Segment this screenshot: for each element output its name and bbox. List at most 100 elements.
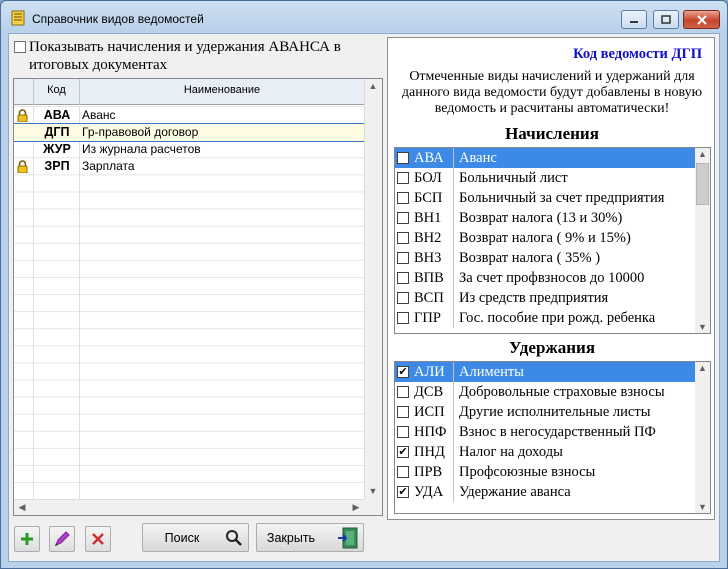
table-row[interactable]: АВА Аванс	[14, 107, 364, 124]
accruals-list[interactable]: ГПР Гос. пособие при рожд. ребенка ВСП Из с…	[394, 147, 711, 334]
item-checkbox[interactable]	[397, 386, 409, 398]
deductions-list[interactable]: ✔ УДА Удержание аванса ПРВ Профсоюзные взнос…	[394, 361, 711, 514]
scroll-down-icon[interactable]: ▼	[695, 502, 710, 512]
item-code: ВН3	[414, 250, 442, 266]
item-name: Из средств предприятия	[459, 290, 609, 306]
column-divider	[453, 422, 454, 442]
exit-door-icon	[338, 527, 358, 549]
item-code: ВН2	[414, 230, 442, 246]
item-code: ДСВ	[414, 384, 444, 400]
pencil-icon	[55, 531, 70, 546]
horizontal-scrollbar[interactable]: ◀ ▶	[14, 499, 366, 515]
accruals-item[interactable]: БОЛ Больничный лист	[395, 168, 695, 188]
window-title: Справочник видов ведомостей	[32, 12, 204, 26]
deductions-heading: Удержания	[508, 338, 596, 357]
table-header: Код Наименование	[14, 79, 364, 105]
deductions-item[interactable]: ИСП Другие исполнительные листы	[395, 402, 695, 422]
item-name: Возврат налога (13 и 30%)	[459, 210, 623, 226]
accruals-item[interactable]: ВН1 Возврат налога (13 и 30%)	[395, 208, 695, 228]
scroll-thumb[interactable]	[696, 163, 709, 205]
accruals-item[interactable]: АВА Аванс	[395, 148, 695, 168]
item-checkbox[interactable]: ✔	[397, 366, 409, 378]
accruals-item[interactable]: ГПР Гос. пособие при рожд. ребенка	[395, 308, 695, 328]
accruals-item[interactable]: ВПВ За счет профвзносов до 10000	[395, 268, 695, 288]
deductions-item[interactable]: ✔ ПНД Налог на доходы	[395, 442, 695, 462]
deductions-scrollbar[interactable]: ▲ ▼	[695, 362, 710, 513]
accruals-item[interactable]: ВН2 Возврат налога ( 9% и 15%)	[395, 228, 695, 248]
deductions-item[interactable]: ДСВ Добровольные страховые взносы	[395, 382, 695, 402]
item-checkbox[interactable]	[397, 466, 409, 478]
scroll-left-icon[interactable]: ◀	[14, 502, 30, 513]
scroll-down-icon[interactable]: ▼	[695, 322, 710, 332]
deductions-item[interactable]: ✔ АЛИ Алименты	[395, 362, 695, 382]
item-checkbox[interactable]	[397, 312, 409, 324]
item-checkbox[interactable]	[397, 172, 409, 184]
minimize-icon	[630, 20, 638, 23]
column-divider	[453, 402, 454, 422]
column-divider	[453, 308, 454, 328]
scroll-up-icon[interactable]: ▲	[695, 363, 710, 373]
table-body: АВА Аванс ДГП Гр-правовой договор ЖУР Из журн…	[14, 106, 364, 504]
close-icon	[696, 14, 707, 25]
header-name[interactable]: Наименование	[80, 79, 364, 105]
item-code: АВА	[414, 150, 444, 166]
item-checkbox[interactable]	[397, 212, 409, 224]
close-button[interactable]: Закрыть	[256, 523, 364, 552]
edit-button[interactable]	[49, 526, 75, 552]
item-code: ПРВ	[414, 464, 443, 480]
column-divider	[453, 228, 454, 248]
item-checkbox[interactable]	[397, 406, 409, 418]
delete-button[interactable]	[85, 526, 111, 552]
item-code: ВПВ	[414, 270, 444, 286]
item-checkbox[interactable]	[397, 232, 409, 244]
show-advance-label: Показывать начисления и удержания АВАНСА…	[29, 39, 341, 73]
search-button[interactable]: Поиск	[142, 523, 249, 552]
item-name: Другие исполнительные листы	[459, 404, 651, 420]
item-name: Профсоюзные взносы	[459, 464, 596, 480]
table-row[interactable]: ДГП Гр-правовой договор	[14, 123, 364, 143]
deductions-item[interactable]: ПРВ Профсоюзные взносы	[395, 462, 695, 482]
table-row[interactable]: ЖУР Из журнала расчетов	[14, 141, 364, 158]
accruals-item[interactable]: БСП Больничный за счет предприятия	[395, 188, 695, 208]
scroll-up-icon[interactable]: ▲	[695, 149, 710, 159]
magnifier-icon	[226, 530, 242, 546]
close-window-button[interactable]	[683, 10, 720, 29]
item-checkbox[interactable]	[397, 426, 409, 438]
show-advance-checkbox[interactable]	[14, 41, 26, 53]
column-divider	[453, 148, 454, 168]
column-divider	[453, 382, 454, 402]
column-divider	[453, 208, 454, 228]
item-code: АЛИ	[414, 364, 445, 380]
item-name: Взнос в негосударственный ПФ	[459, 424, 656, 440]
search-button-label: Поиск	[164, 530, 200, 545]
scroll-down-icon[interactable]: ▼	[365, 486, 381, 496]
deductions-item[interactable]: НПФ Взнос в негосударственный ПФ	[395, 422, 695, 442]
vertical-scrollbar[interactable]: ▲ ▼	[364, 79, 382, 501]
item-checkbox[interactable]	[397, 192, 409, 204]
item-name: За счет профвзносов до 10000	[459, 270, 645, 286]
item-checkbox[interactable]: ✔	[397, 486, 409, 498]
minimize-button[interactable]	[621, 10, 647, 29]
item-code: НПФ	[414, 424, 447, 440]
item-checkbox[interactable]	[397, 252, 409, 264]
item-checkbox[interactable]	[397, 292, 409, 304]
scroll-up-icon[interactable]: ▲	[365, 81, 381, 91]
item-checkbox[interactable]	[397, 272, 409, 284]
scroll-right-icon[interactable]: ▶	[348, 502, 364, 513]
book-icon	[11, 10, 25, 26]
table-row[interactable]: ЗРП Зарплата	[14, 158, 364, 175]
column-divider	[453, 362, 454, 382]
x-icon	[92, 533, 104, 545]
add-button[interactable]	[14, 526, 40, 552]
column-divider	[453, 442, 454, 462]
item-checkbox[interactable]	[397, 152, 409, 164]
accruals-item[interactable]: ВН3 Возврат налога ( 35% )	[395, 248, 695, 268]
maximize-button[interactable]	[653, 10, 679, 29]
accruals-scrollbar[interactable]: ▲ ▼	[695, 148, 710, 333]
item-checkbox[interactable]: ✔	[397, 446, 409, 458]
deductions-item[interactable]: ✔ УДА Удержание аванса	[395, 482, 695, 502]
lock-icon	[17, 160, 28, 174]
header-code[interactable]: Код	[34, 79, 80, 105]
column-divider	[453, 288, 454, 308]
accruals-item[interactable]: ВСП Из средств предприятия	[395, 288, 695, 308]
